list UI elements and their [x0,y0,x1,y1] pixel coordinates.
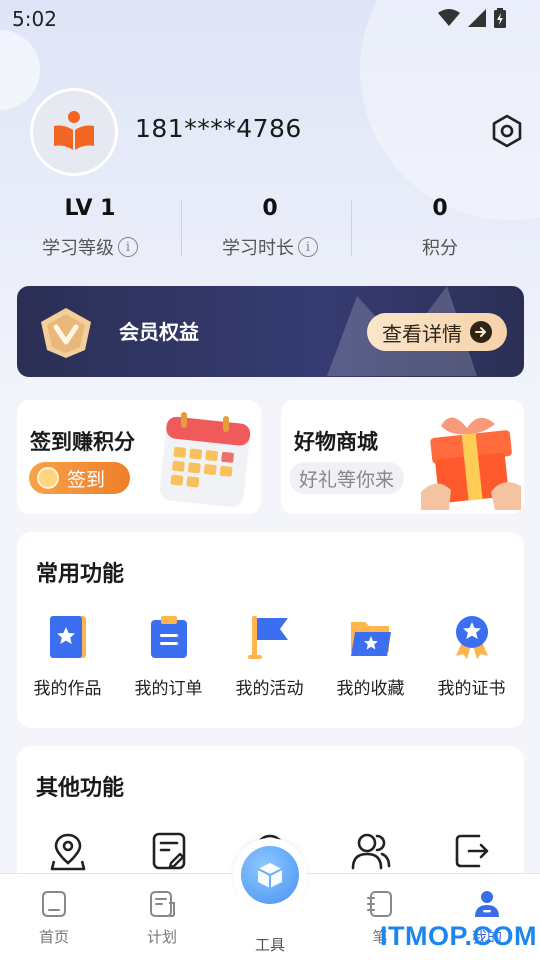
medal-icon [455,616,488,659]
member-banner[interactable]: 会员权益 查看详情 [17,286,524,377]
shop-subtitle: 好礼等你来 [289,462,405,494]
logout-icon [455,834,488,868]
section-title: 常用功能 [36,562,125,587]
my-favorites-item[interactable]: 我的收藏 [320,614,421,699]
contacts-item[interactable] [320,828,421,874]
users-icon [351,833,390,870]
username: 181****4786 [135,114,302,143]
my-orders-label: 我的订单 [134,679,203,699]
plan-icon [150,891,175,917]
info-icon[interactable]: i [298,237,318,257]
clipboard-icon [150,616,187,658]
my-certificates-item[interactable]: 我的证书 [421,614,522,699]
book-star-icon [49,616,86,658]
avatar[interactable] [30,88,118,176]
view-details-label: 查看详情 [382,321,462,346]
stat-label: 学习等级 [42,238,114,259]
arrow-right-icon [470,321,492,343]
my-activities-item[interactable]: 我的活动 [219,614,320,699]
sign-in-button[interactable]: 签到 [29,462,130,494]
status-icons [438,8,506,28]
sign-in-button-label: 签到 [67,468,106,491]
view-details-button[interactable]: 查看详情 [367,313,507,351]
my-activities-label: 我的活动 [235,679,304,699]
location-pin-icon [50,833,85,871]
flag-icon [247,616,288,659]
nav-label: 首页 [38,928,69,946]
nav-home[interactable]: 首页 [14,888,94,947]
nav-tools-button[interactable] [233,838,307,912]
person-icon [475,891,499,917]
member-title: 会员权益 [119,320,199,344]
stat-value: 0 [432,196,448,221]
common-functions-section: 常用功能 我的作品 我的订单 我的活动 我的收藏 我的证书 [17,532,524,728]
decor-bubble [0,30,40,110]
battery-icon [494,8,506,28]
sign-in-card[interactable]: 签到赚积分 签到 [17,400,261,514]
reading-book-icon [54,111,94,150]
gift-box-icon [421,417,521,510]
stat-study-time[interactable]: 0 学习时长 i [180,196,360,260]
stat-label: 积分 [422,238,458,259]
my-works-label: 我的作品 [33,679,102,699]
folder-star-icon [350,622,391,656]
status-bar: 5:02 [0,0,540,36]
home-icon [42,891,66,917]
stat-level[interactable]: LV 1 学习等级 i [0,196,180,260]
feedback-item[interactable] [118,828,219,874]
settings-icon[interactable] [490,114,524,148]
shop-title: 好物商城 [294,430,378,454]
stat-label: 学习时长 [222,238,294,259]
logout-item[interactable] [421,828,522,874]
calendar-icon [160,412,251,507]
stat-value: LV 1 [64,196,116,221]
nav-tools-label: 工具 [254,936,285,954]
cube-icon [257,863,283,888]
common-functions-grid: 我的作品 我的订单 我的活动 我的收藏 我的证书 [17,614,524,699]
my-favorites-label: 我的收藏 [336,679,405,699]
section-title: 其他功能 [36,776,125,801]
stat-points[interactable]: 0 积分 [350,196,530,260]
signal-icon [468,9,486,27]
notebook-icon [367,891,392,917]
nav-label: 计划 [146,928,177,946]
stat-value: 0 [262,196,278,221]
coin-icon [37,467,59,489]
address-item[interactable] [17,828,118,874]
sign-in-title: 签到赚积分 [30,430,135,454]
info-icon[interactable]: i [118,237,138,257]
nav-plan[interactable]: 计划 [122,888,202,947]
my-orders-item[interactable]: 我的订单 [118,614,219,699]
site-watermark: ITMOP.COM [380,921,538,951]
vip-badge-icon [41,308,91,358]
wifi-icon [438,9,460,26]
shop-card[interactable]: 好物商城 好礼等你来 [281,400,524,514]
status-time: 5:02 [12,7,57,31]
stats-row: LV 1 学习等级 i 0 学习时长 i 0 积分 [0,196,540,266]
edit-document-icon [152,832,185,870]
my-certificates-label: 我的证书 [437,679,506,699]
my-works-item[interactable]: 我的作品 [17,614,118,699]
